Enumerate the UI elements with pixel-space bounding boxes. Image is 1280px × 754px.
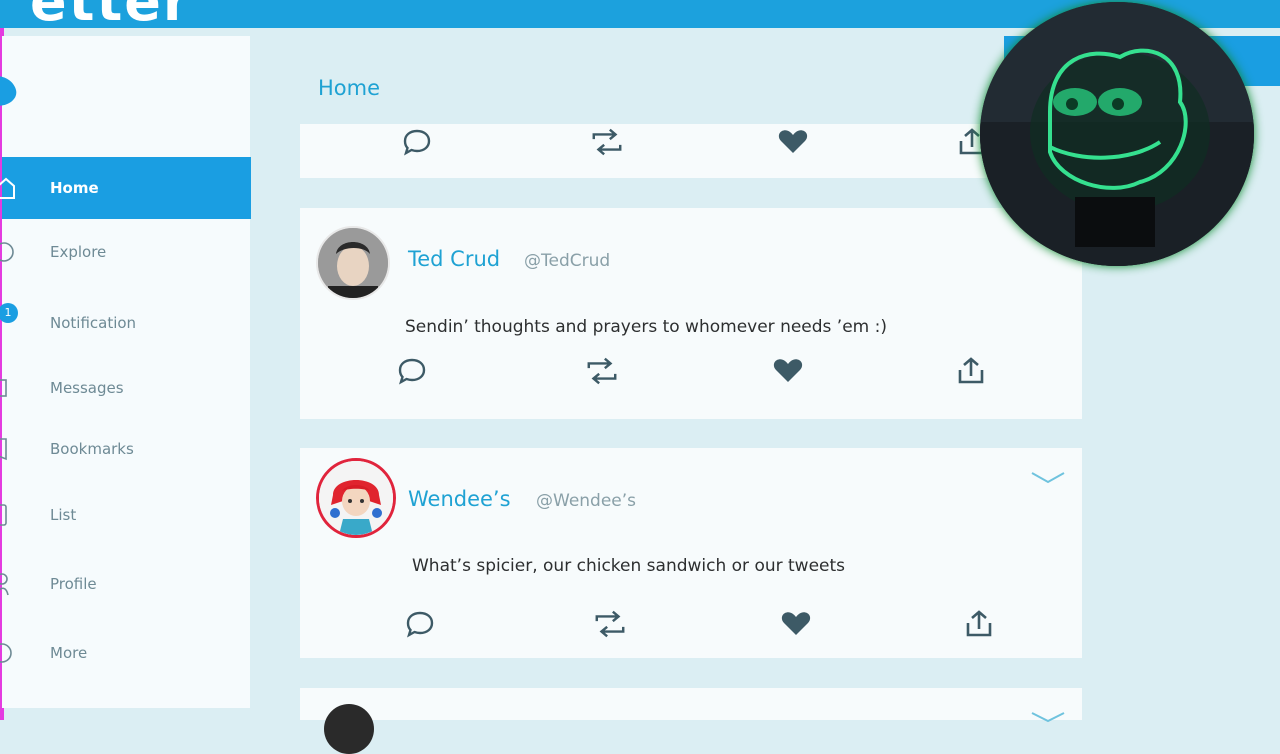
sidebar-item-more[interactable]: More (0, 622, 251, 684)
reply-icon[interactable] (403, 608, 437, 640)
like-icon[interactable] (771, 355, 805, 387)
sidebar-item-label: Explore (50, 243, 107, 261)
tweet-author-handle[interactable]: @Wendee’s (536, 491, 636, 511)
tweet-author-name[interactable]: Ted Crud (408, 247, 500, 271)
sidebar: Home Explore 1 Notification Messages Boo… (0, 36, 251, 708)
tweet-actions (300, 126, 1082, 166)
sidebar-item-label: Bookmarks (50, 440, 134, 458)
messages-icon (0, 379, 7, 397)
tweet-author-name[interactable]: Wendee’s (408, 487, 511, 511)
sidebar-item-list[interactable]: List (0, 484, 251, 546)
sidebar-item-label: List (50, 506, 77, 524)
bird-logo-icon[interactable] (0, 68, 22, 112)
list-icon (0, 504, 7, 526)
profile-icon (0, 573, 9, 596)
avatar[interactable] (324, 704, 374, 754)
chevron-down-icon[interactable] (1030, 708, 1066, 727)
sidebar-item-label: Messages (50, 379, 124, 397)
app-logo-text: etter (30, 0, 192, 33)
avatar[interactable] (316, 226, 390, 300)
explore-icon (0, 242, 14, 262)
sidebar-item-profile[interactable]: Profile (0, 553, 251, 615)
notification-badge: 1 (0, 303, 18, 323)
share-icon[interactable] (954, 355, 988, 387)
sidebar-item-bookmarks[interactable]: Bookmarks (0, 418, 251, 480)
reply-icon[interactable] (400, 126, 434, 158)
retweet-icon[interactable] (585, 355, 619, 387)
sidebar-item-explore[interactable]: Explore (0, 221, 251, 283)
page-title: Home (318, 76, 381, 100)
tweet-card: Wendee’s @Wendee’s What’s spicier, our c… (300, 448, 1082, 658)
avatar[interactable] (316, 458, 396, 538)
tweet-author-handle[interactable]: @TedCrud (524, 251, 610, 271)
chevron-down-icon[interactable] (1030, 470, 1066, 490)
reply-icon[interactable] (395, 355, 429, 387)
tweet-actions (300, 355, 1082, 395)
sidebar-item-label: Profile (50, 575, 97, 593)
bookmarks-icon (0, 438, 7, 461)
tweet-text: What’s spicier, our chicken sandwich or … (412, 556, 846, 576)
retweet-icon[interactable] (590, 126, 624, 158)
sidebar-item-home[interactable]: Home (0, 157, 251, 219)
tweet-card-partial (300, 124, 1082, 178)
like-icon[interactable] (779, 608, 813, 640)
tweet-text: Sendin’ thoughts and prayers to whomever… (405, 317, 887, 337)
home-icon (0, 177, 15, 199)
sidebar-item-notification[interactable]: 1 Notification (0, 292, 251, 354)
sidebar-item-messages[interactable]: Messages (0, 357, 251, 419)
retweet-icon[interactable] (593, 608, 627, 640)
sidebar-item-label: Home (50, 179, 99, 197)
webcam-overlay (980, 2, 1254, 266)
tweet-card: Ted Crud @TedCrud Sendin’ thoughts and p… (300, 208, 1082, 419)
sidebar-item-label: Notification (50, 314, 137, 332)
sidebar-item-label: More (50, 644, 88, 662)
tweet-card-partial (300, 688, 1082, 754)
more-icon (0, 643, 12, 663)
tweet-actions (300, 608, 1082, 648)
like-icon[interactable] (776, 126, 810, 158)
share-icon[interactable] (962, 608, 996, 640)
